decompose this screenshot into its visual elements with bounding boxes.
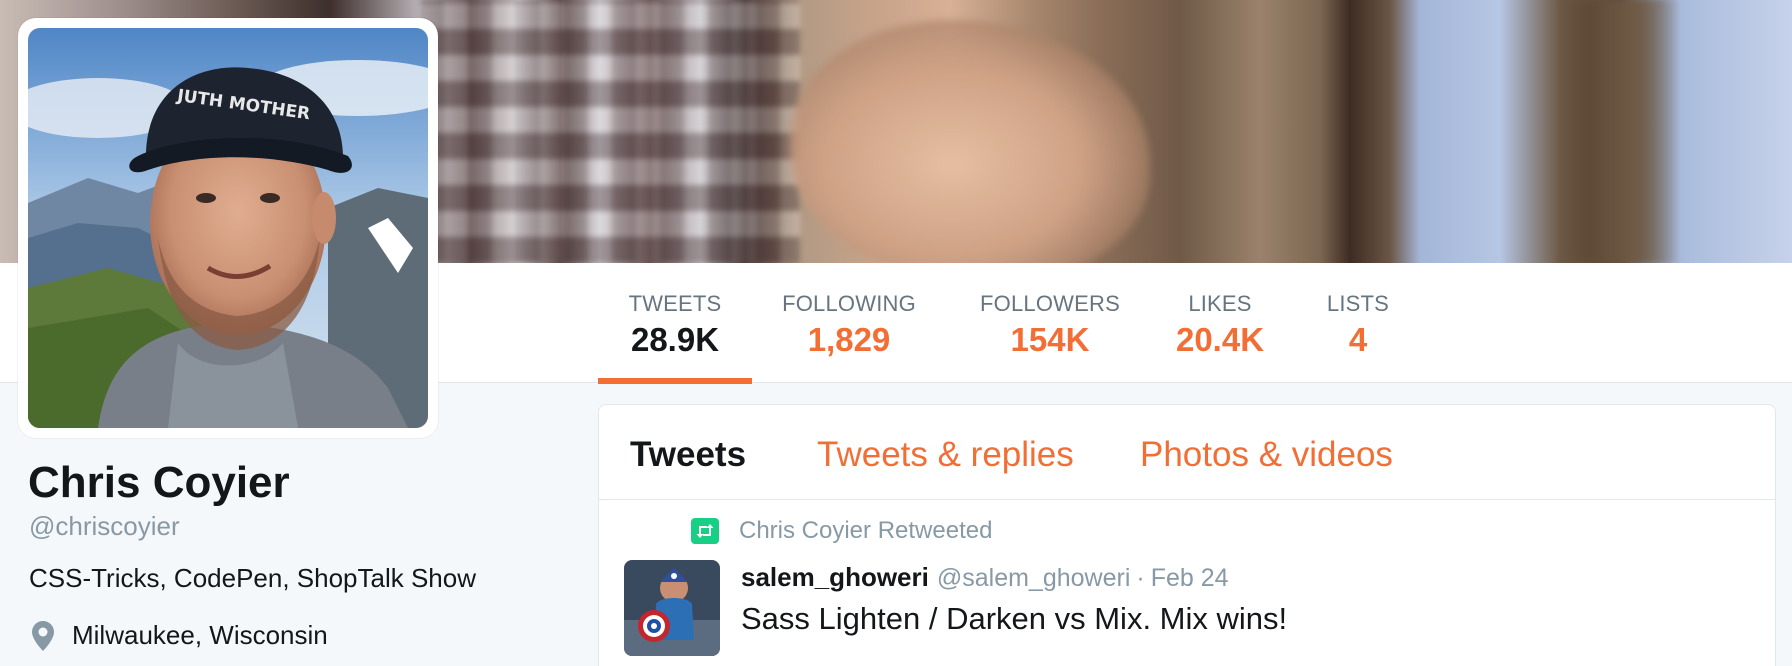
profile-name[interactable]: Chris Coyier [28,458,290,508]
nav-stat-likes[interactable]: LIKES 20.4K [1160,263,1280,383]
retweet-icon [691,518,719,544]
nav-stat-label: FOLLOWERS [980,291,1120,316]
map-pin-icon [32,620,54,651]
tweet-header: salem_ghoweri @salem_ghoweri · Feb 24 [741,562,1229,593]
timeline-tabs: Tweets Tweets & replies Photos & videos [599,405,1775,500]
profile-avatar[interactable]: JUTH MOTHER [18,18,438,438]
nav-stat-lists[interactable]: LISTS 4 [1312,263,1404,383]
nav-stat-followers[interactable]: FOLLOWERS 154K [966,263,1134,383]
tweet-separator: · [1136,564,1145,592]
nav-stat-value: 28.9K [630,321,720,358]
tweet-author-handle[interactable]: @salem_ghoweri [937,564,1131,593]
nav-stat-label: TWEETS [628,291,722,316]
nav-stat-value: 154K [1010,321,1090,358]
nav-stat-value: 1,829 [807,321,891,358]
twitter-profile-page: TWEETS 28.9K FOLLOWING 1,829 FOLLOWERS 1… [0,0,1792,666]
retweet-context: Chris Coyier Retweeted [691,517,992,545]
nav-stat-label: LISTS [1326,291,1390,316]
retweet-label[interactable]: Chris Coyier Retweeted [739,517,992,545]
tab-tweets[interactable]: Tweets [630,435,746,475]
profile-handle[interactable]: @chriscoyier [29,511,180,542]
profile-location: Milwaukee, Wisconsin [32,620,328,651]
nav-stat-tweets[interactable]: TWEETS 28.9K [598,263,752,384]
tweet-text: Sass Lighten / Darken vs Mix. Mix wins! [741,601,1288,636]
tweet-author-avatar[interactable] [624,560,720,656]
timeline-panel: Tweets Tweets & replies Photos & videos … [598,404,1776,666]
location-text: Milwaukee, Wisconsin [72,620,328,650]
nav-stat-value: 20.4K [1175,321,1265,358]
tweet-timestamp[interactable]: Feb 24 [1151,564,1229,593]
tab-tweets-and-replies[interactable]: Tweets & replies [817,435,1074,475]
nav-stat-label: LIKES [1188,291,1252,316]
nav-stat-label: FOLLOWING [782,291,916,316]
avatar-photo: JUTH MOTHER [28,28,428,428]
tweet-author-name[interactable]: salem_ghoweri [741,562,929,593]
profile-bio: CSS-Tricks, CodePen, ShopTalk Show [29,563,477,593]
nav-stat-value: 4 [1348,321,1368,358]
nav-stat-following[interactable]: FOLLOWING 1,829 [772,263,926,383]
tab-photos-and-videos[interactable]: Photos & videos [1140,435,1393,475]
